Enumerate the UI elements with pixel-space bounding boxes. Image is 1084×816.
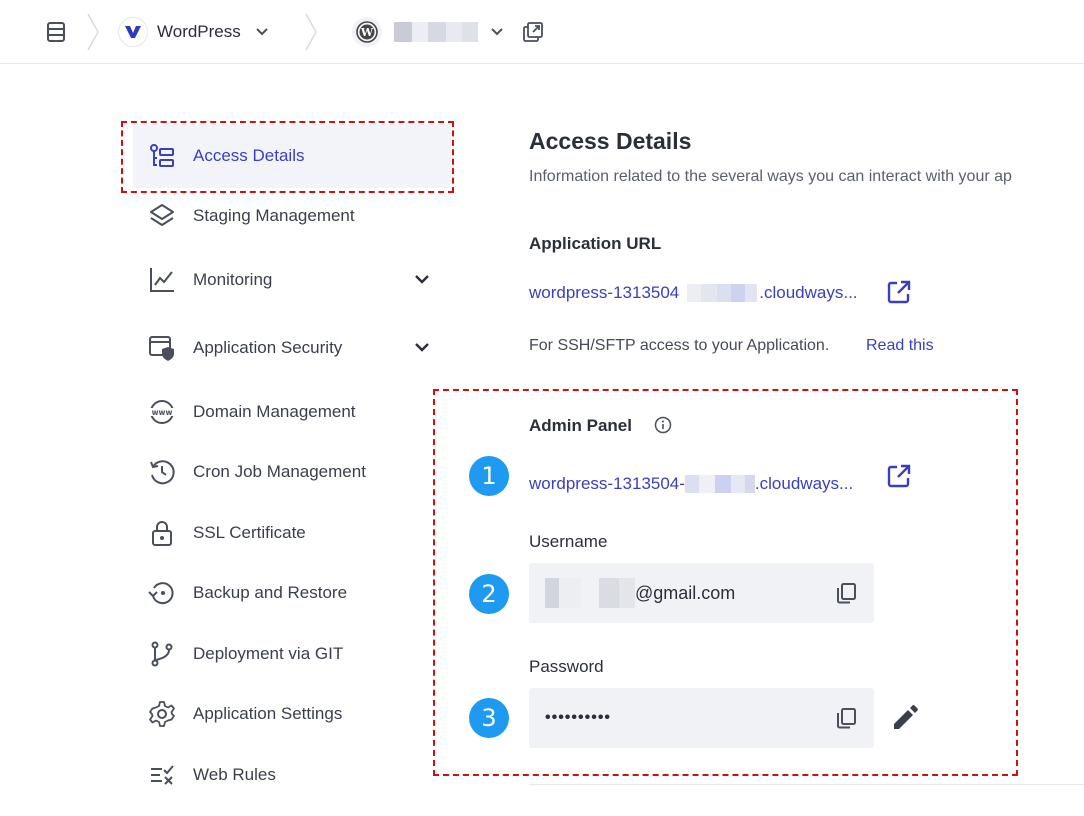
chevron-down-icon bbox=[256, 28, 268, 36]
git-branch-icon bbox=[147, 639, 177, 669]
shield-window-icon bbox=[147, 333, 177, 363]
external-window-icon[interactable] bbox=[522, 21, 544, 43]
cloudways-logo-icon bbox=[118, 17, 148, 47]
layers-icon bbox=[147, 201, 177, 231]
application-url-prefix: wordpress-1313504 bbox=[529, 283, 680, 302]
sidebar-item-label: Deployment via GIT bbox=[193, 644, 344, 663]
url-redacted bbox=[687, 284, 758, 302]
sidebar-item-label: Application Security bbox=[193, 338, 343, 357]
sidebar-item-backup-and-restore[interactable]: Backup and Restore bbox=[133, 561, 451, 625]
admin-url-suffix: .cloudways... bbox=[754, 474, 854, 493]
sidebar-item-label: Staging Management bbox=[193, 206, 355, 225]
step-badge-1: 1 bbox=[469, 456, 509, 496]
chart-icon bbox=[147, 265, 177, 295]
sidebar-item-staging-management[interactable]: Staging Management bbox=[133, 184, 451, 248]
url-redacted bbox=[684, 475, 755, 493]
site-name-redacted bbox=[394, 22, 478, 42]
step-badge-2: 2 bbox=[469, 574, 509, 614]
backup-icon bbox=[147, 578, 177, 608]
app-name: WordPress bbox=[157, 22, 241, 41]
sidebar-item-label: Backup and Restore bbox=[193, 583, 348, 602]
sidebar-item-domain-management[interactable]: www Domain Management bbox=[133, 380, 451, 444]
external-link-icon[interactable] bbox=[886, 279, 912, 305]
list-icon[interactable] bbox=[44, 20, 68, 44]
breadcrumb-separator bbox=[304, 12, 318, 52]
sidebar-item-label: SSL Certificate bbox=[193, 523, 306, 542]
svg-text:W: W bbox=[360, 26, 374, 39]
password-value: •••••••••• bbox=[545, 709, 612, 726]
site-switcher[interactable]: W bbox=[352, 17, 504, 47]
chevron-down-icon bbox=[491, 28, 503, 36]
sidebar-item-web-rules[interactable]: Web Rules bbox=[133, 743, 451, 807]
ssh-note: For SSH/SFTP access to your Application. bbox=[529, 337, 830, 354]
gear-icon bbox=[147, 699, 177, 729]
breadcrumb-separator bbox=[86, 12, 100, 52]
read-this-link[interactable]: Read this bbox=[866, 337, 934, 355]
highlight-box-access-details bbox=[121, 121, 454, 193]
application-url-suffix: .cloudways... bbox=[759, 283, 858, 302]
password-label: Password bbox=[529, 657, 604, 676]
sidebar-item-monitoring[interactable]: Monitoring bbox=[133, 248, 451, 312]
application-url-link[interactable]: wordpress-1313504 .cloudways... bbox=[529, 283, 858, 303]
external-link-icon[interactable] bbox=[886, 463, 912, 489]
pencil-icon[interactable] bbox=[891, 704, 919, 732]
sidebar-item-label: Domain Management bbox=[193, 402, 356, 421]
wordpress-logo-icon: W bbox=[352, 17, 382, 47]
username-value: @gmail.com bbox=[545, 578, 735, 608]
chevron-down-icon[interactable] bbox=[413, 338, 431, 356]
sidebar-item-label: Monitoring bbox=[193, 270, 273, 289]
admin-panel-title: Admin Panel bbox=[529, 416, 632, 435]
password-field[interactable]: •••••••••• bbox=[529, 688, 874, 748]
lock-icon bbox=[147, 518, 177, 548]
sidebar-item-application-settings[interactable]: Application Settings bbox=[133, 682, 451, 746]
copy-icon[interactable] bbox=[834, 581, 858, 605]
username-label: Username bbox=[529, 532, 608, 551]
username-field[interactable]: @gmail.com bbox=[529, 563, 874, 623]
sidebar-item-label: Web Rules bbox=[193, 765, 276, 784]
info-icon[interactable] bbox=[654, 416, 672, 434]
app-switcher[interactable]: WordPress bbox=[118, 17, 269, 47]
sidebar-item-ssl-certificate[interactable]: SSL Certificate bbox=[133, 501, 451, 565]
sidebar-item-application-security[interactable]: Application Security bbox=[133, 316, 451, 380]
top-bar: WordPress W bbox=[0, 0, 1084, 64]
chevron-down-icon[interactable] bbox=[413, 270, 431, 288]
history-icon bbox=[147, 457, 177, 487]
page-title: Access Details bbox=[529, 128, 692, 154]
web-rules-icon bbox=[147, 760, 177, 790]
www-icon: www bbox=[147, 397, 177, 427]
username-redacted bbox=[545, 578, 635, 608]
copy-icon[interactable] bbox=[834, 706, 858, 730]
svg-text:www: www bbox=[152, 408, 173, 417]
username-suffix: @gmail.com bbox=[635, 582, 736, 603]
page-subtitle: Information related to the several ways … bbox=[529, 168, 1012, 185]
admin-panel-url-link[interactable]: wordpress-1313504- .cloudways... bbox=[529, 474, 853, 494]
sidebar-item-cron-job-management[interactable]: Cron Job Management bbox=[133, 440, 451, 504]
sidebar-item-label: Application Settings bbox=[193, 704, 343, 723]
step-badge-3: 3 bbox=[469, 698, 509, 738]
divider bbox=[529, 784, 1084, 785]
sidebar-item-deployment-via-git[interactable]: Deployment via GIT bbox=[133, 622, 451, 686]
sidebar-item-label: Cron Job Management bbox=[193, 462, 366, 481]
admin-url-prefix: wordpress-1313504- bbox=[529, 474, 685, 493]
application-url-title: Application URL bbox=[529, 234, 662, 253]
